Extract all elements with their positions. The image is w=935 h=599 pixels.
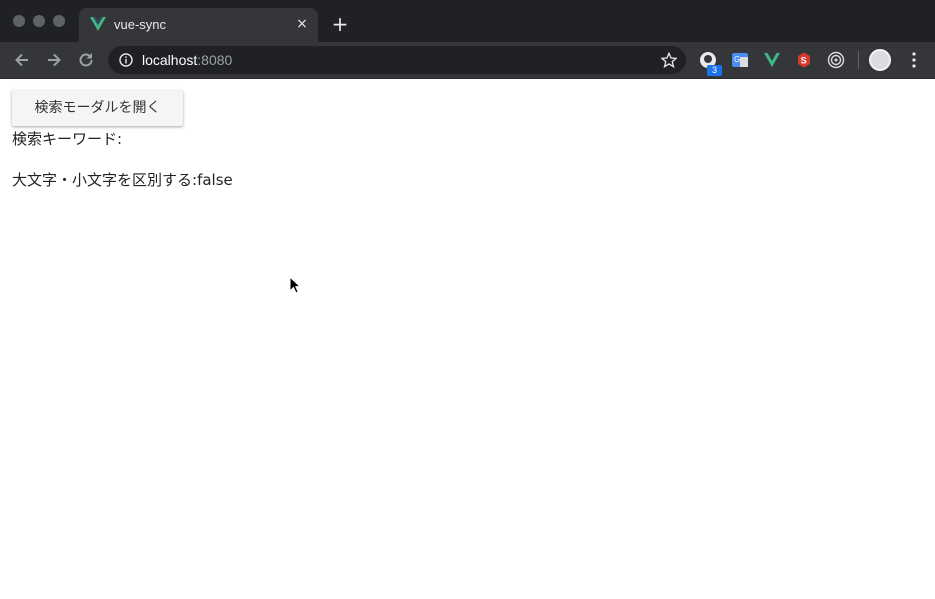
- url-host: localhost: [142, 52, 198, 68]
- browser-toolbar: localhost:8080 G S: [0, 42, 935, 79]
- url-text: localhost:8080: [142, 52, 232, 68]
- address-bar[interactable]: localhost:8080: [108, 46, 686, 74]
- mouse-cursor-icon: [289, 276, 301, 294]
- forward-arrow-icon[interactable]: [44, 50, 64, 70]
- browser-titlebar: vue-sync × +: [0, 0, 935, 42]
- svg-text:G: G: [734, 55, 740, 64]
- profile-avatar[interactable]: [869, 49, 891, 71]
- search-keyword-line: 検索キーワード:: [12, 128, 122, 149]
- target-extension-icon[interactable]: [827, 51, 845, 69]
- minimize-window-button[interactable]: [33, 15, 45, 27]
- vue-devtools-icon[interactable]: [763, 51, 781, 69]
- toolbar-divider: [858, 51, 859, 69]
- extension-badge: 3: [707, 65, 722, 76]
- page-content: 検索モーダルを開く 検索キーワード: 大文字・小文字を区別する:false: [0, 80, 935, 599]
- case-sensitive-label: 大文字・小文字を区別する:: [12, 171, 198, 189]
- open-search-modal-button[interactable]: 検索モーダルを開く: [12, 90, 183, 126]
- tab-close-icon[interactable]: ×: [294, 16, 310, 32]
- new-tab-button[interactable]: +: [330, 14, 350, 34]
- tab-title: vue-sync: [114, 17, 167, 32]
- url-port: :8080: [197, 52, 233, 68]
- browser-tab[interactable]: vue-sync ×: [79, 8, 318, 42]
- svg-text:S: S: [801, 56, 807, 66]
- zoom-window-button[interactable]: [53, 15, 65, 27]
- close-window-button[interactable]: [13, 15, 25, 27]
- menu-kebab-icon[interactable]: [906, 51, 922, 69]
- translate-extension-icon[interactable]: G: [731, 51, 749, 69]
- search-keyword-label: 検索キーワード:: [12, 130, 123, 148]
- vue-logo-icon: [90, 17, 106, 31]
- svelte-extension-icon[interactable]: S: [795, 51, 813, 69]
- case-sensitive-line: 大文字・小文字を区別する:false: [12, 169, 233, 190]
- reload-icon[interactable]: [76, 50, 96, 70]
- back-arrow-icon[interactable]: [12, 50, 32, 70]
- info-icon[interactable]: [119, 53, 133, 67]
- bookmark-star-icon[interactable]: [661, 52, 677, 68]
- case-sensitive-value: false: [197, 171, 233, 189]
